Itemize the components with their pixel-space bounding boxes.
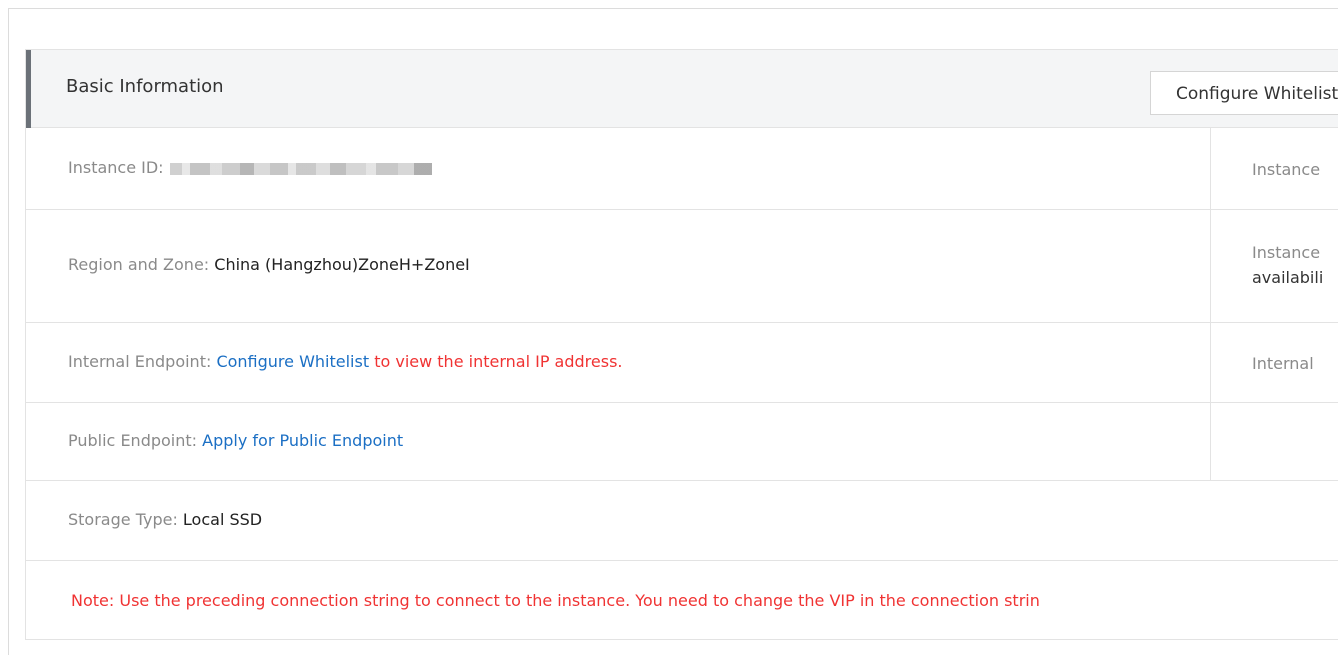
- row-storage-type: Storage Type: Local SSD: [26, 481, 1338, 561]
- instance-id-label: Instance ID:: [68, 158, 164, 177]
- panel-title: Basic Information: [66, 76, 224, 97]
- row-region-zone: Region and Zone: China (Hangzhou)ZoneH+Z…: [26, 210, 1338, 323]
- row-instance-id: Instance ID: Instance: [26, 128, 1338, 210]
- internal-endpoint-label: Internal Endpoint:: [68, 352, 212, 371]
- region-zone-label: Region and Zone:: [68, 255, 210, 274]
- row-internal-endpoint: Internal Endpoint: Configure Whitelist t…: [26, 323, 1338, 403]
- header-accent-bar: [26, 50, 31, 128]
- public-endpoint-label: Public Endpoint:: [68, 431, 198, 450]
- instance-availability-label-line2: availabili: [1252, 268, 1324, 287]
- basic-information-panel: Basic Information Configure Whitelist In…: [25, 49, 1338, 640]
- internal-right-label: Internal: [1252, 354, 1314, 373]
- region-zone-value: China (Hangzhou)ZoneH+ZoneI: [214, 255, 470, 274]
- instance-id-value-redacted: [169, 162, 432, 175]
- connection-note: Note: Use the preceding connection strin…: [71, 591, 1040, 610]
- row-note: Note: Use the preceding connection strin…: [26, 561, 1338, 639]
- instance-availability-label-line1: Instance: [1252, 243, 1321, 262]
- apply-public-endpoint-link[interactable]: Apply for Public Endpoint: [202, 431, 403, 450]
- configure-whitelist-button[interactable]: Configure Whitelist: [1150, 71, 1338, 115]
- storage-type-value: Local SSD: [182, 510, 263, 529]
- internal-endpoint-hint: to view the internal IP address.: [369, 352, 623, 371]
- row-public-endpoint: Public Endpoint: Apply for Public Endpoi…: [26, 403, 1338, 481]
- panel-header: Basic Information Configure Whitelist: [26, 50, 1338, 128]
- storage-type-label: Storage Type:: [68, 510, 178, 529]
- configure-whitelist-link[interactable]: Configure Whitelist: [216, 352, 369, 371]
- instance-right-label: Instance: [1252, 160, 1321, 179]
